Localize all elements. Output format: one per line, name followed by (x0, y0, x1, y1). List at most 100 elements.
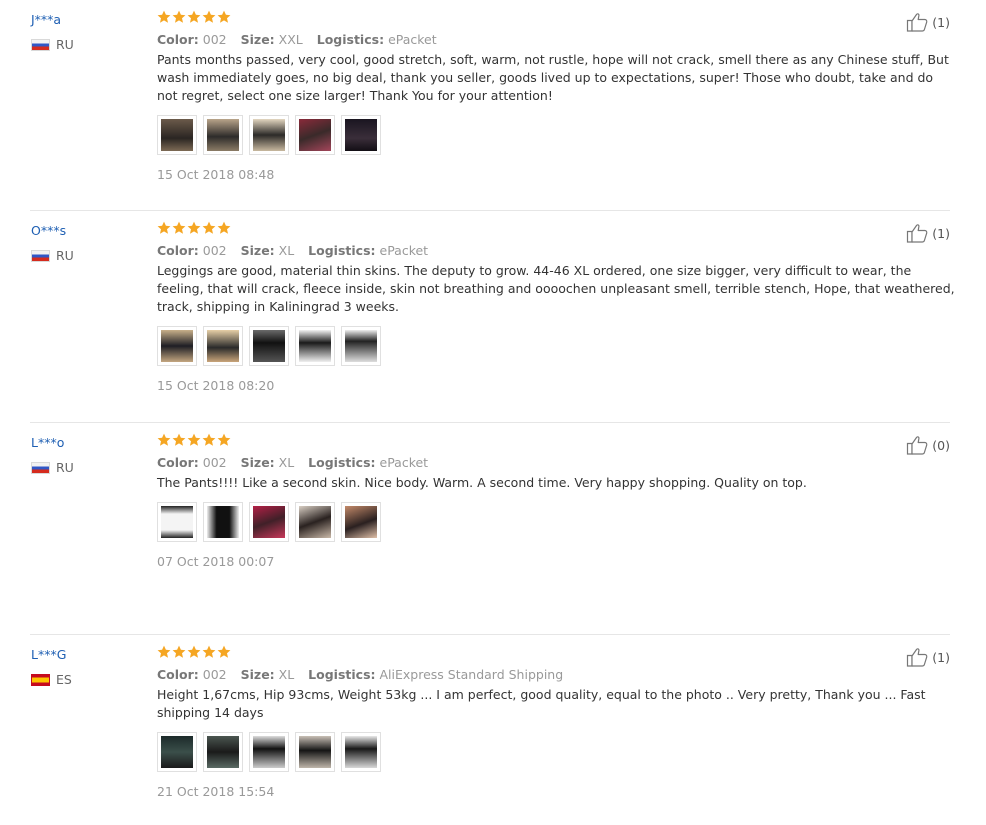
logistics-value: ePacket (388, 32, 437, 47)
flag-russia-icon (31, 249, 50, 262)
review-photo-thumbnail[interactable] (249, 115, 289, 155)
review-photo-thumbnail[interactable] (295, 326, 335, 366)
reviewer-name[interactable]: J***a (31, 12, 74, 28)
color-label: Color: (157, 32, 199, 47)
size-label: Size: (240, 667, 275, 682)
logistics-label: Logistics: (308, 243, 376, 258)
review-item: O***s RU Color: 002 Size: XL Logistics: … (0, 211, 986, 423)
review-text: Height 1,67cms, Hip 93cms, Weight 53kg .… (157, 687, 926, 720)
helpful-button[interactable]: (1) (906, 12, 950, 32)
star-icon (187, 645, 201, 658)
review-photo-thumbnail[interactable] (341, 115, 381, 155)
reviewer-country: ES (31, 672, 72, 687)
review-content: Color: 002 Size: XL Logistics: ePacket L… (157, 221, 957, 394)
review-photo-thumbnail[interactable] (157, 115, 197, 155)
star-icon (217, 10, 231, 23)
review-date: 15 Oct 2018 08:48 (157, 167, 275, 182)
country-code: ES (56, 672, 72, 687)
size-label: Size: (240, 243, 275, 258)
review-photo-thumbnail[interactable] (341, 502, 381, 542)
star-icon (217, 645, 231, 658)
star-icon (217, 433, 231, 446)
color-value: 002 (202, 32, 227, 47)
star-icon (157, 645, 171, 658)
thumbs-up-icon (907, 13, 928, 32)
star-icon (217, 221, 231, 234)
country-code: RU (56, 37, 74, 52)
review-photos (157, 326, 957, 366)
order-info: Color: 002 Size: XXL Logistics: ePacket (157, 32, 957, 48)
helpful-button[interactable]: (1) (906, 647, 950, 667)
color-label: Color: (157, 243, 199, 258)
review-photo-thumbnail[interactable] (157, 732, 197, 772)
reviewer-name[interactable]: L***o (31, 435, 74, 451)
review-photo-thumbnail[interactable] (203, 732, 243, 772)
review-date: 21 Oct 2018 15:54 (157, 784, 275, 799)
review-text: Leggings are good, material thin skins. … (157, 263, 955, 314)
star-icon (202, 645, 216, 658)
star-icon (202, 10, 216, 23)
review-photo-thumbnail[interactable] (203, 115, 243, 155)
flag-russia-icon (31, 461, 50, 474)
star-rating (157, 645, 957, 663)
review-photo-thumbnail[interactable] (295, 732, 335, 772)
star-icon (172, 10, 186, 23)
size-value: XL (278, 667, 295, 682)
helpful-button[interactable]: (1) (906, 223, 950, 243)
review-photo-thumbnail[interactable] (157, 502, 197, 542)
review-content: Color: 002 Size: XL Logistics: ePacket T… (157, 433, 957, 570)
review-content: Color: 002 Size: XXL Logistics: ePacket … (157, 10, 957, 183)
review-photo-thumbnail[interactable] (295, 115, 335, 155)
review-content: Color: 002 Size: XL Logistics: AliExpres… (157, 645, 957, 800)
reviewer-name[interactable]: L***G (31, 647, 72, 663)
color-label: Color: (157, 667, 199, 682)
helpful-count: (1) (932, 649, 950, 665)
logistics-label: Logistics: (308, 667, 376, 682)
flag-spain-icon (31, 673, 50, 686)
reviewer-country: RU (31, 37, 74, 52)
color-value: 002 (202, 243, 227, 258)
reviewer-name[interactable]: O***s (31, 223, 74, 239)
review-photo-thumbnail[interactable] (341, 732, 381, 772)
order-info: Color: 002 Size: XL Logistics: ePacket (157, 455, 957, 471)
size-label: Size: (240, 32, 275, 47)
review-photo-thumbnail[interactable] (203, 502, 243, 542)
review-photo-thumbnail[interactable] (203, 326, 243, 366)
country-code: RU (56, 460, 74, 475)
star-icon (172, 645, 186, 658)
size-value: XL (278, 455, 295, 470)
review-text: The Pants!!!! Like a second skin. Nice b… (157, 475, 807, 490)
review-date: 07 Oct 2018 00:07 (157, 554, 275, 569)
helpful-button[interactable]: (0) (906, 435, 950, 455)
star-icon (172, 221, 186, 234)
star-icon (157, 221, 171, 234)
star-icon (187, 10, 201, 23)
logistics-label: Logistics: (316, 32, 385, 47)
reviewer-info: O***s RU (31, 223, 74, 263)
review-photo-thumbnail[interactable] (341, 326, 381, 366)
order-info: Color: 002 Size: XL Logistics: ePacket (157, 243, 957, 259)
review-item: J***a RU Color: 002 Size: XXL Logistics:… (0, 0, 986, 211)
order-info: Color: 002 Size: XL Logistics: AliExpres… (157, 667, 957, 683)
size-value: XL (278, 243, 295, 258)
review-photo-thumbnail[interactable] (295, 502, 335, 542)
review-item: L***G ES Color: 002 Size: XL Logistics: … (0, 635, 986, 825)
thumbs-up-icon (907, 648, 928, 667)
logistics-value: AliExpress Standard Shipping (379, 667, 564, 682)
size-value: XXL (278, 32, 303, 47)
review-photo-thumbnail[interactable] (157, 326, 197, 366)
review-photos (157, 732, 957, 772)
feedback-list: J***a RU Color: 002 Size: XXL Logistics:… (0, 0, 986, 825)
helpful-count: (1) (932, 225, 950, 241)
star-rating (157, 221, 957, 239)
review-photo-thumbnail[interactable] (249, 502, 289, 542)
reviewer-info: J***a RU (31, 12, 74, 52)
review-photo-thumbnail[interactable] (249, 732, 289, 772)
helpful-count: (1) (932, 14, 950, 30)
review-photos (157, 115, 957, 155)
review-photo-thumbnail[interactable] (249, 326, 289, 366)
review-date: 15 Oct 2018 08:20 (157, 378, 275, 393)
star-icon (157, 10, 171, 23)
reviewer-country: RU (31, 460, 74, 475)
thumbs-up-icon (907, 436, 928, 455)
